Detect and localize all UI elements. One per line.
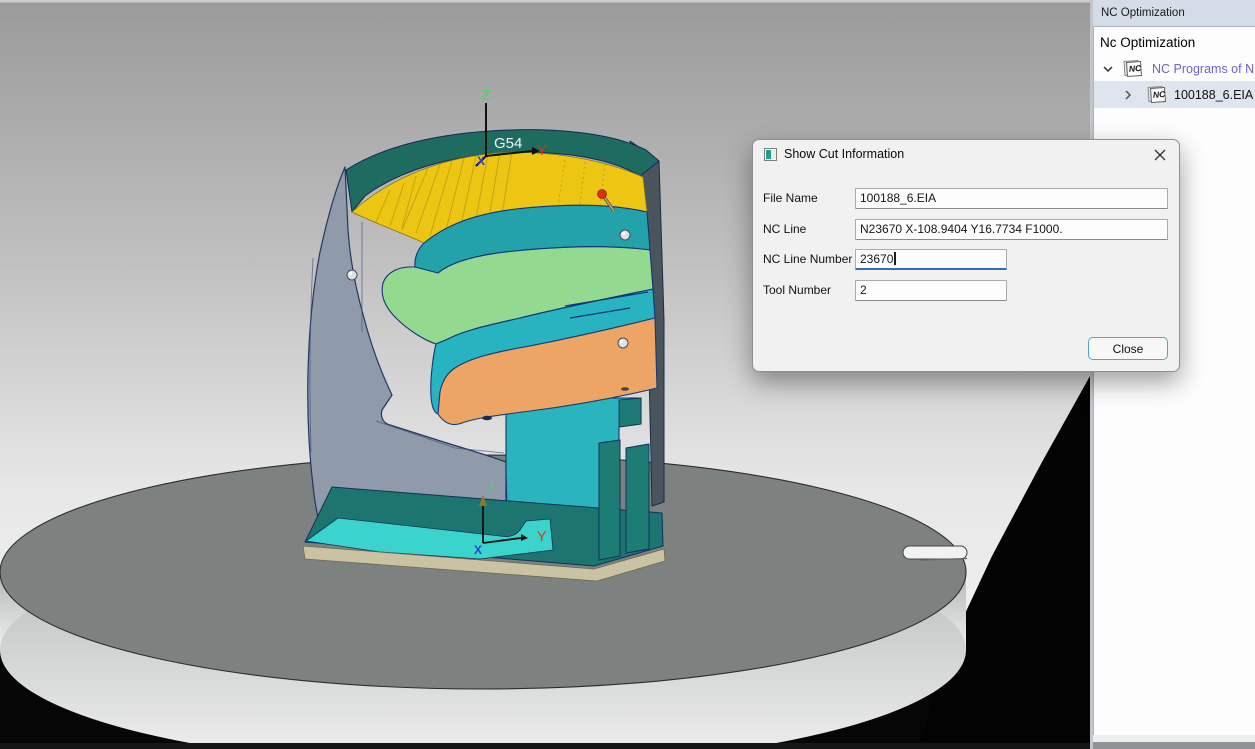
orange-band-hole xyxy=(482,416,492,420)
text-caret xyxy=(894,252,896,265)
nc-optimization-panel: NC Optimization Nc Optimization NC NC Pr… xyxy=(1090,0,1255,749)
dialog-title: Show Cut Information xyxy=(784,147,904,161)
nc-line-number-input[interactable]: 23670 xyxy=(855,249,1007,270)
file-name-input[interactable]: 100188_6.EIA xyxy=(855,188,1168,209)
3d-viewport[interactable]: Z G54 Y X Z Y X xyxy=(0,0,1090,749)
z-axis-label: Z xyxy=(481,87,490,104)
field-row-tool-number: Tool Number 2 xyxy=(753,280,1179,301)
field-row-file-name: File Name 100188_6.EIA xyxy=(753,188,1179,209)
panel-title: Nc Optimization xyxy=(1094,27,1255,56)
orange-band-hole xyxy=(621,387,629,391)
statusbar-dark-strip xyxy=(1093,742,1255,749)
x-axis-label: X xyxy=(474,543,482,557)
svg-text:NC: NC xyxy=(1129,63,1143,74)
tree-item-label: NC Programs of N xyxy=(1152,62,1254,76)
chevron-right-icon[interactable] xyxy=(1124,90,1132,100)
application-window: Z G54 Y X Z Y X NC Optimization Nc Optim… xyxy=(0,0,1255,749)
show-cut-information-dialog: Show Cut Information File Name 100188_6.… xyxy=(752,139,1180,372)
chevron-down-icon[interactable] xyxy=(1103,65,1113,73)
viewport-top-edge xyxy=(0,0,1090,3)
svg-text:NC: NC xyxy=(1153,89,1167,100)
field-row-nc-line: NC Line N23670 X-108.9404 Y16.7734 F1000… xyxy=(753,219,1179,240)
x-axis-label: X xyxy=(477,154,485,168)
wcs-label: G54 xyxy=(494,135,522,152)
tool-number-input[interactable]: 2 xyxy=(855,280,1007,301)
panel-tab-label: NC Optimization xyxy=(1101,7,1185,19)
machined-part xyxy=(303,130,665,581)
window-icon xyxy=(764,148,777,161)
statusbar-light-strip xyxy=(1093,735,1255,742)
close-button[interactable]: Close xyxy=(1088,337,1168,360)
field-label: NC Line Number xyxy=(763,252,852,266)
tree-item-nc-programs[interactable]: NC NC Programs of N xyxy=(1094,56,1255,81)
field-value: 23670 xyxy=(860,252,893,266)
clamp-sphere xyxy=(347,270,357,280)
nc-file-icon: NC xyxy=(1146,85,1167,104)
close-x-icon[interactable] xyxy=(1151,146,1169,164)
nc-line-input[interactable]: N23670 X-108.9404 Y16.7734 F1000. xyxy=(855,219,1168,240)
field-value: 2 xyxy=(860,283,867,297)
field-label: NC Line xyxy=(763,222,806,236)
z-axis-label: Z xyxy=(487,480,495,495)
field-value: 100188_6.EIA xyxy=(860,191,936,205)
part-base-tab xyxy=(626,444,649,553)
field-label: Tool Number xyxy=(763,283,831,297)
clamp-sphere xyxy=(618,338,628,348)
nc-file-icon: NC xyxy=(1122,59,1143,78)
field-row-nc-line-number: NC Line Number 23670 xyxy=(753,249,1179,270)
y-axis-label: Y xyxy=(537,142,547,159)
table-slot xyxy=(903,546,967,560)
panel-body: Nc Optimization NC NC Programs of N xyxy=(1093,27,1255,736)
field-label: File Name xyxy=(763,191,818,205)
part-column-step xyxy=(619,398,641,427)
tree-item-label: 100188_6.EIA xyxy=(1174,88,1253,102)
part-base-tab xyxy=(599,440,620,560)
tree-item-100188-6-eia[interactable]: NC 100188_6.EIA xyxy=(1094,81,1255,108)
y-axis-label: Y xyxy=(537,528,547,544)
field-value: N23670 X-108.9404 Y16.7734 F1000. xyxy=(860,222,1063,236)
clamp-sphere xyxy=(620,230,630,240)
bottom-edge-strip xyxy=(0,743,1090,749)
panel-tab[interactable]: NC Optimization xyxy=(1093,0,1255,27)
